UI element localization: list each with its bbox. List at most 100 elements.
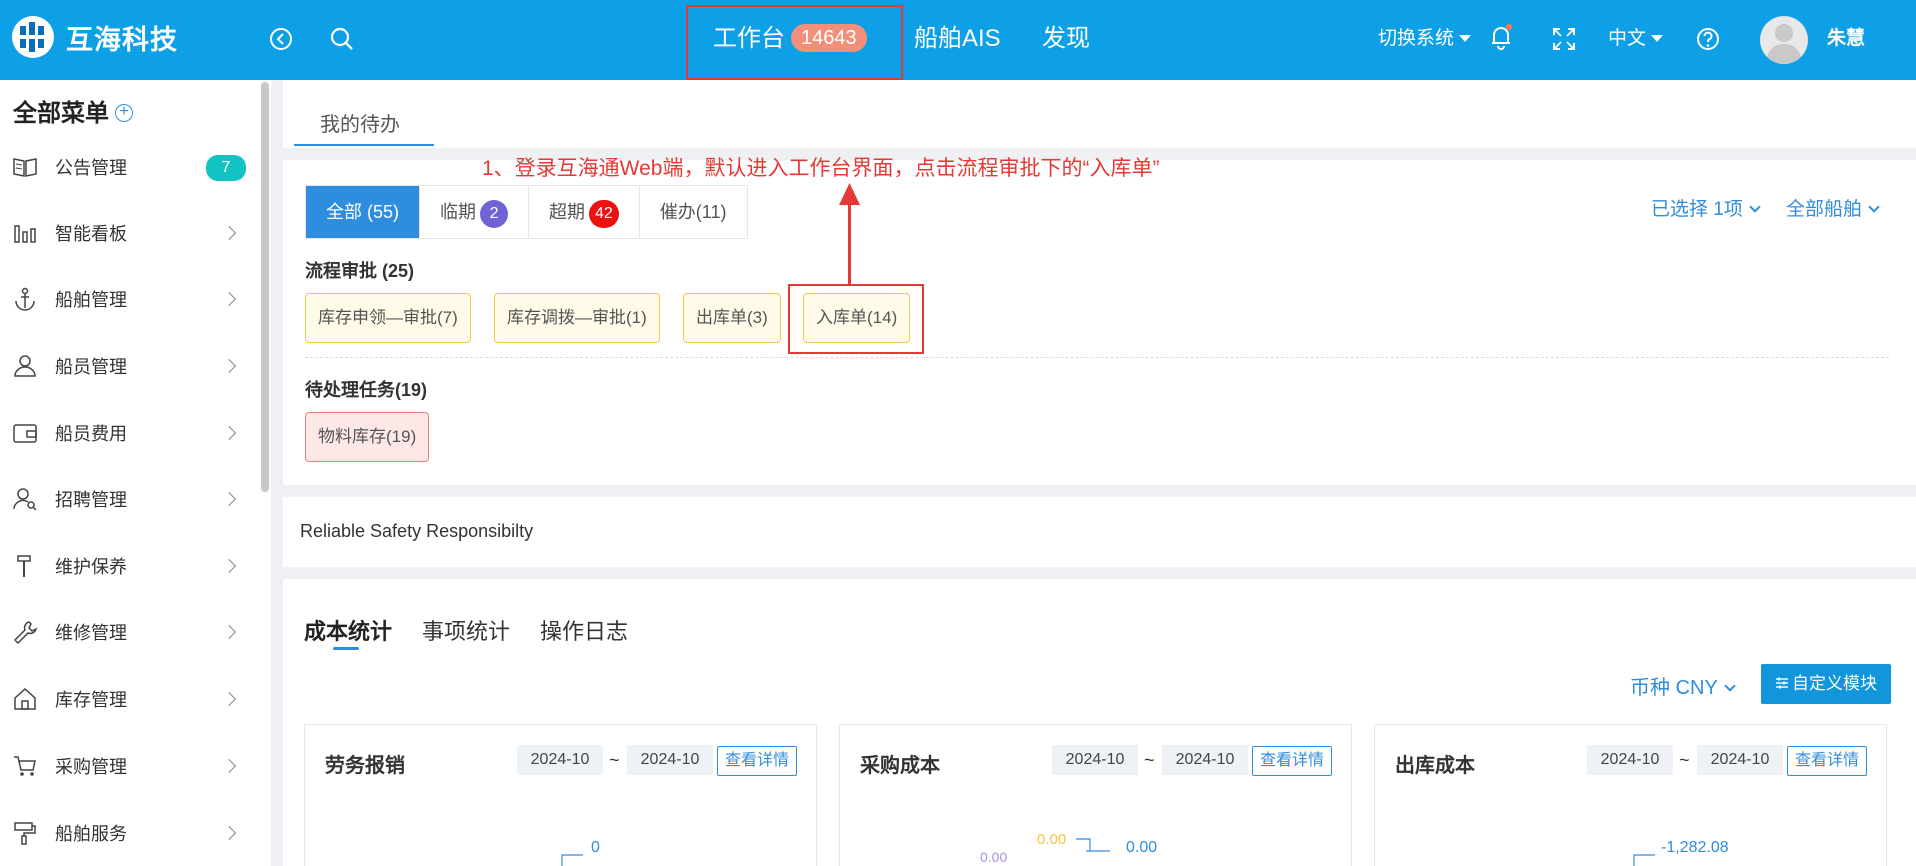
date-from[interactable]: 2024-10 bbox=[1587, 745, 1673, 775]
top-bar: 互海科技 工作台 14643 船舶AIS 发现 切换系统 中文 朱慧 bbox=[0, 0, 1916, 80]
sidebar-item-maintenance[interactable]: 维护保养 bbox=[0, 541, 260, 591]
sidebar-title: 全部菜单 + bbox=[13, 93, 133, 128]
switch-system-dropdown[interactable]: 切换系统 bbox=[1378, 0, 1472, 80]
sidebar-item-smart-board[interactable]: 智能看板 bbox=[0, 208, 260, 258]
annotation-text: 1、登录互海通Web端，默认进入工作台界面，点击流程审批下的“入库单” bbox=[482, 157, 1160, 180]
tab-cost-stats[interactable]: 成本统计 bbox=[304, 614, 392, 646]
sidebar-item-label: 船舶管理 bbox=[55, 290, 127, 310]
chart-value: -1,282.08 bbox=[1661, 839, 1729, 856]
near-due-badge: 2 bbox=[480, 200, 509, 228]
plus-icon[interactable]: + bbox=[115, 103, 133, 122]
sidebar-item-announcement[interactable]: 公告管理 7 bbox=[0, 142, 260, 192]
currency-dropdown[interactable]: 币种 CNY bbox=[1630, 671, 1736, 700]
switch-system-label: 切换系统 bbox=[1378, 28, 1455, 49]
sidebar-item-label: 采购管理 bbox=[55, 757, 127, 777]
card-title: 劳务报销 bbox=[325, 755, 405, 777]
sidebar-item-ship-management[interactable]: 船舶管理 bbox=[0, 274, 260, 324]
language-label: 中文 bbox=[1608, 28, 1647, 49]
chevron-right-icon bbox=[221, 825, 237, 841]
chevron-right-icon bbox=[221, 358, 237, 374]
sidebar-item-recruitment[interactable]: 招聘管理 bbox=[0, 474, 260, 524]
sidebar-item-label: 维护保养 bbox=[55, 557, 127, 577]
date-separator: ~ bbox=[1679, 750, 1690, 770]
search-icon[interactable] bbox=[327, 24, 357, 54]
sidebar-scrollbar[interactable] bbox=[261, 82, 269, 492]
sidebar-item-crew-management[interactable]: 船员管理 bbox=[0, 341, 260, 391]
nav-ship-ais[interactable]: 船舶AIS bbox=[914, 0, 1001, 80]
bell-icon[interactable] bbox=[1486, 22, 1516, 52]
date-separator: ~ bbox=[609, 750, 620, 770]
avatar[interactable] bbox=[1760, 16, 1808, 64]
filter-overdue-label: 超期 bbox=[549, 202, 586, 222]
view-details-button[interactable]: 查看详情 bbox=[1787, 746, 1867, 776]
filter-all[interactable]: 全部 (55) bbox=[306, 186, 421, 238]
back-icon[interactable] bbox=[266, 24, 296, 54]
bar-chart-icon bbox=[14, 225, 36, 243]
chevron-right-icon bbox=[221, 425, 237, 441]
tab-item-stats[interactable]: 事项统计 bbox=[422, 614, 510, 646]
filter-urged[interactable]: 催办(11) bbox=[639, 186, 747, 238]
view-details-button[interactable]: 查看详情 bbox=[717, 746, 797, 776]
card-outbound-cost: 出库成本 2024-10 ~ 2024-10 查看详情 -1,282.08 bbox=[1374, 724, 1887, 866]
card-procurement-cost: 采购成本 2024-10 ~ 2024-10 查看详情 0.00 0.00 0.… bbox=[839, 724, 1352, 866]
chip-material-inventory[interactable]: 物料库存(19) bbox=[305, 412, 430, 462]
annotation-arrow bbox=[848, 200, 851, 284]
nav-discover[interactable]: 发现 bbox=[1042, 0, 1090, 80]
date-from[interactable]: 2024-10 bbox=[1052, 745, 1138, 775]
sidebar-item-label: 招聘管理 bbox=[55, 490, 127, 510]
chevron-right-icon bbox=[221, 291, 237, 307]
highlight-box-inbound-order bbox=[788, 284, 924, 354]
selected-dropdown[interactable]: 已选择 1项 bbox=[1651, 194, 1761, 221]
view-details-button[interactable]: 查看详情 bbox=[1252, 746, 1332, 776]
username[interactable]: 朱慧 bbox=[1827, 0, 1865, 78]
chevron-down-icon bbox=[1724, 680, 1736, 692]
chart-value: 0 bbox=[591, 839, 600, 856]
language-dropdown[interactable]: 中文 bbox=[1608, 0, 1664, 80]
slogan-text: Reliable Safety Responsibilty bbox=[300, 521, 534, 541]
chip-outbound-order[interactable]: 出库单(3) bbox=[683, 293, 781, 343]
date-separator: ~ bbox=[1144, 750, 1155, 770]
tab-operation-log[interactable]: 操作日志 bbox=[540, 614, 628, 646]
sidebar-item-label: 船员管理 bbox=[55, 357, 127, 377]
logo-icon bbox=[12, 16, 54, 58]
chip-inventory-transfer[interactable]: 库存调拨—审批(1) bbox=[494, 293, 660, 343]
tab-my-todo[interactable]: 我的待办 bbox=[320, 108, 400, 137]
sidebar-item-crew-expenses[interactable]: 船员费用 bbox=[0, 408, 260, 458]
date-to[interactable]: 2024-10 bbox=[627, 745, 713, 775]
sidebar-item-label: 船员费用 bbox=[55, 424, 127, 444]
sidebar-item-label: 智能看板 bbox=[55, 224, 127, 244]
ships-dropdown[interactable]: 全部船舶 bbox=[1786, 194, 1880, 221]
filter-overdue[interactable]: 超期 42 bbox=[529, 186, 640, 238]
sidebar-item-procurement[interactable]: 采购管理 bbox=[0, 741, 260, 791]
date-from[interactable]: 2024-10 bbox=[517, 745, 603, 775]
date-to[interactable]: 2024-10 bbox=[1697, 745, 1783, 775]
chevron-right-icon bbox=[221, 691, 237, 707]
chart-leader-line bbox=[561, 854, 583, 866]
fullscreen-icon[interactable] bbox=[1549, 24, 1579, 54]
logo[interactable]: 互海科技 bbox=[12, 16, 178, 58]
help-icon[interactable] bbox=[1693, 24, 1723, 54]
todo-tab-panel bbox=[283, 80, 1916, 148]
home-icon bbox=[14, 687, 36, 710]
sidebar-item-ship-services[interactable]: 船舶服务 bbox=[0, 808, 260, 858]
sidebar-item-inventory[interactable]: 库存管理 bbox=[0, 674, 260, 724]
user-search-icon bbox=[13, 488, 37, 511]
wrench-icon bbox=[13, 621, 38, 645]
user-icon bbox=[14, 355, 36, 377]
filter-near-due[interactable]: 临期 2 bbox=[420, 186, 530, 238]
caret-down-icon bbox=[1651, 35, 1664, 43]
custom-module-button[interactable]: 自定义模块 bbox=[1761, 664, 1891, 704]
sidebar-item-label: 维修管理 bbox=[55, 623, 127, 643]
caret-down-icon bbox=[1459, 35, 1472, 43]
custom-module-label: 自定义模块 bbox=[1792, 674, 1877, 693]
overdue-badge: 42 bbox=[589, 200, 619, 228]
chip-inventory-requisition[interactable]: 库存申领—审批(7) bbox=[305, 293, 471, 343]
hammer-icon bbox=[17, 555, 31, 577]
sidebar-item-repair[interactable]: 维修管理 bbox=[0, 607, 260, 657]
anchor-icon bbox=[15, 287, 35, 311]
chevron-down-icon bbox=[1749, 201, 1761, 213]
date-to[interactable]: 2024-10 bbox=[1162, 745, 1248, 775]
chevron-right-icon bbox=[221, 225, 237, 241]
sidebar-item-label: 船舶服务 bbox=[55, 824, 127, 844]
currency-label: 币种 CNY bbox=[1630, 677, 1718, 699]
